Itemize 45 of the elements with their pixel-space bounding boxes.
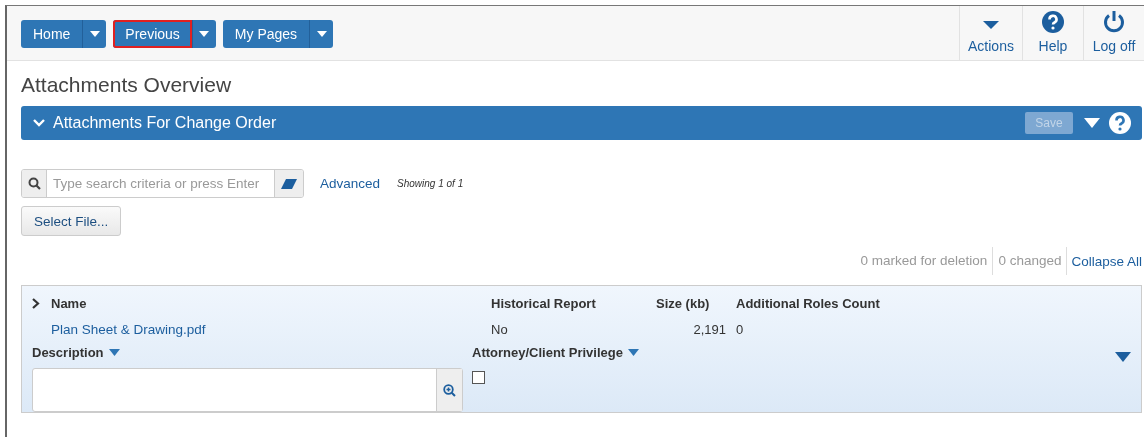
toolbar-button[interactable]: Help xyxy=(1022,6,1083,60)
nav-button[interactable]: My Pages xyxy=(222,20,310,48)
eraser-icon[interactable] xyxy=(281,178,297,189)
column-header: Name xyxy=(51,295,88,311)
search-icon xyxy=(27,177,41,190)
dropdown-button[interactable] xyxy=(191,20,216,48)
toolbar-button[interactable]: Log off xyxy=(1083,6,1144,60)
toolbar-button[interactable]: Actions xyxy=(959,6,1022,60)
collapse-all-link[interactable]: Collapse All xyxy=(1067,253,1142,269)
column-header: Additional Roles Count xyxy=(736,295,880,311)
caret-icon xyxy=(316,31,327,37)
help-icon[interactable] xyxy=(1108,111,1132,135)
description-field[interactable] xyxy=(32,368,463,412)
column-header: Historical Report xyxy=(491,295,597,311)
chevron-icon[interactable] xyxy=(33,119,45,127)
nav-button[interactable]: Home xyxy=(21,20,83,48)
caret-icon xyxy=(89,31,100,37)
caret-icon[interactable] xyxy=(1115,352,1131,362)
file-link[interactable]: Plan Sheet & Drawing.pdf xyxy=(51,321,491,337)
table-cell: 0 xyxy=(736,321,744,337)
expand-icon[interactable] xyxy=(32,297,40,309)
field-label: Attorney/Client Privilege xyxy=(472,344,623,360)
nav-button[interactable]: Previous xyxy=(113,20,192,48)
select-file-button[interactable]: Select File... xyxy=(21,206,122,236)
table-cell-text: No xyxy=(491,321,509,337)
caret-icon[interactable] xyxy=(1084,118,1100,128)
caret-icon[interactable] xyxy=(108,348,120,356)
column-header: Size (kb) xyxy=(656,295,711,311)
page-title: Attachments Overview xyxy=(21,73,233,97)
dropdown-button[interactable] xyxy=(82,20,107,48)
search-box[interactable]: Type search criteria or press Enter xyxy=(21,169,304,198)
section-title: Attachments For Change Order xyxy=(53,114,277,132)
zoom-icon[interactable] xyxy=(443,383,456,397)
changed-count: 0 changed xyxy=(993,247,1068,275)
power-icon xyxy=(1102,10,1126,34)
result-count: Showing 1 of 1 xyxy=(397,178,464,189)
deletion-count: 0 marked for deletion xyxy=(855,247,994,275)
dropdown-button[interactable] xyxy=(309,20,334,48)
field-label: Description xyxy=(32,344,104,360)
caret-icon[interactable] xyxy=(628,348,639,356)
advanced-link[interactable]: Advanced xyxy=(320,176,381,191)
help-icon xyxy=(1041,10,1065,34)
checkbox[interactable] xyxy=(472,371,485,384)
table-cell-text: 2,191 xyxy=(692,321,726,337)
caret-icon xyxy=(199,31,210,37)
